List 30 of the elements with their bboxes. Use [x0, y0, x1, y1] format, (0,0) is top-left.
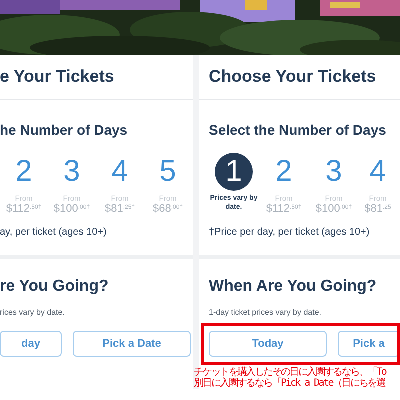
date-button[interactable]: Today: [209, 331, 327, 357]
day-option[interactable]: 2: [265, 153, 303, 191]
date-button[interactable]: day: [0, 331, 62, 357]
price-text: $100$^{.00†}$: [316, 203, 352, 216]
footnote: ay, per ticket (ages 10+): [0, 226, 107, 240]
day-option[interactable]: 4: [359, 153, 397, 191]
day-option[interactable]: 3: [315, 153, 353, 191]
date-button[interactable]: Pick a: [338, 331, 400, 357]
price-text: $100$^{.00†}$: [54, 203, 90, 216]
day-option[interactable]: 5: [149, 153, 187, 191]
section-heading: When Are You Going?: [209, 277, 377, 296]
day-option[interactable]: 2: [5, 153, 43, 191]
price-text: $112$^{.50†}$: [266, 203, 302, 216]
page-title: e Your Tickets: [0, 66, 114, 88]
price-text: $81$^{.25}$: [364, 203, 392, 216]
day-option[interactable]: 1: [215, 153, 253, 191]
day-option[interactable]: 4: [101, 153, 139, 191]
date-button[interactable]: Pick a Date: [73, 331, 191, 357]
date-note: rices vary by date.: [0, 307, 65, 319]
date-note: 1-day ticket prices vary by date.: [209, 307, 322, 319]
page-title: Choose Your Tickets: [209, 66, 376, 88]
price-text: $68$^{.00†}$: [152, 203, 184, 216]
price-text: $112$^{.50†}$: [6, 203, 42, 216]
section-heading: he Number of Days: [0, 121, 128, 140]
day-option[interactable]: 3: [53, 153, 91, 191]
footnote: †Price per day, per ticket (ages 10+): [209, 226, 370, 240]
price-text: $81$^{.25†}$: [104, 203, 136, 216]
section-heading: re You Going?: [0, 277, 109, 296]
annotation-text: チケットを購入したその日に入園するなら、「To 別日に入園するなら「Pick a Date（日にちを選: [194, 367, 388, 389]
section-heading: Select the Number of Days: [209, 121, 386, 140]
